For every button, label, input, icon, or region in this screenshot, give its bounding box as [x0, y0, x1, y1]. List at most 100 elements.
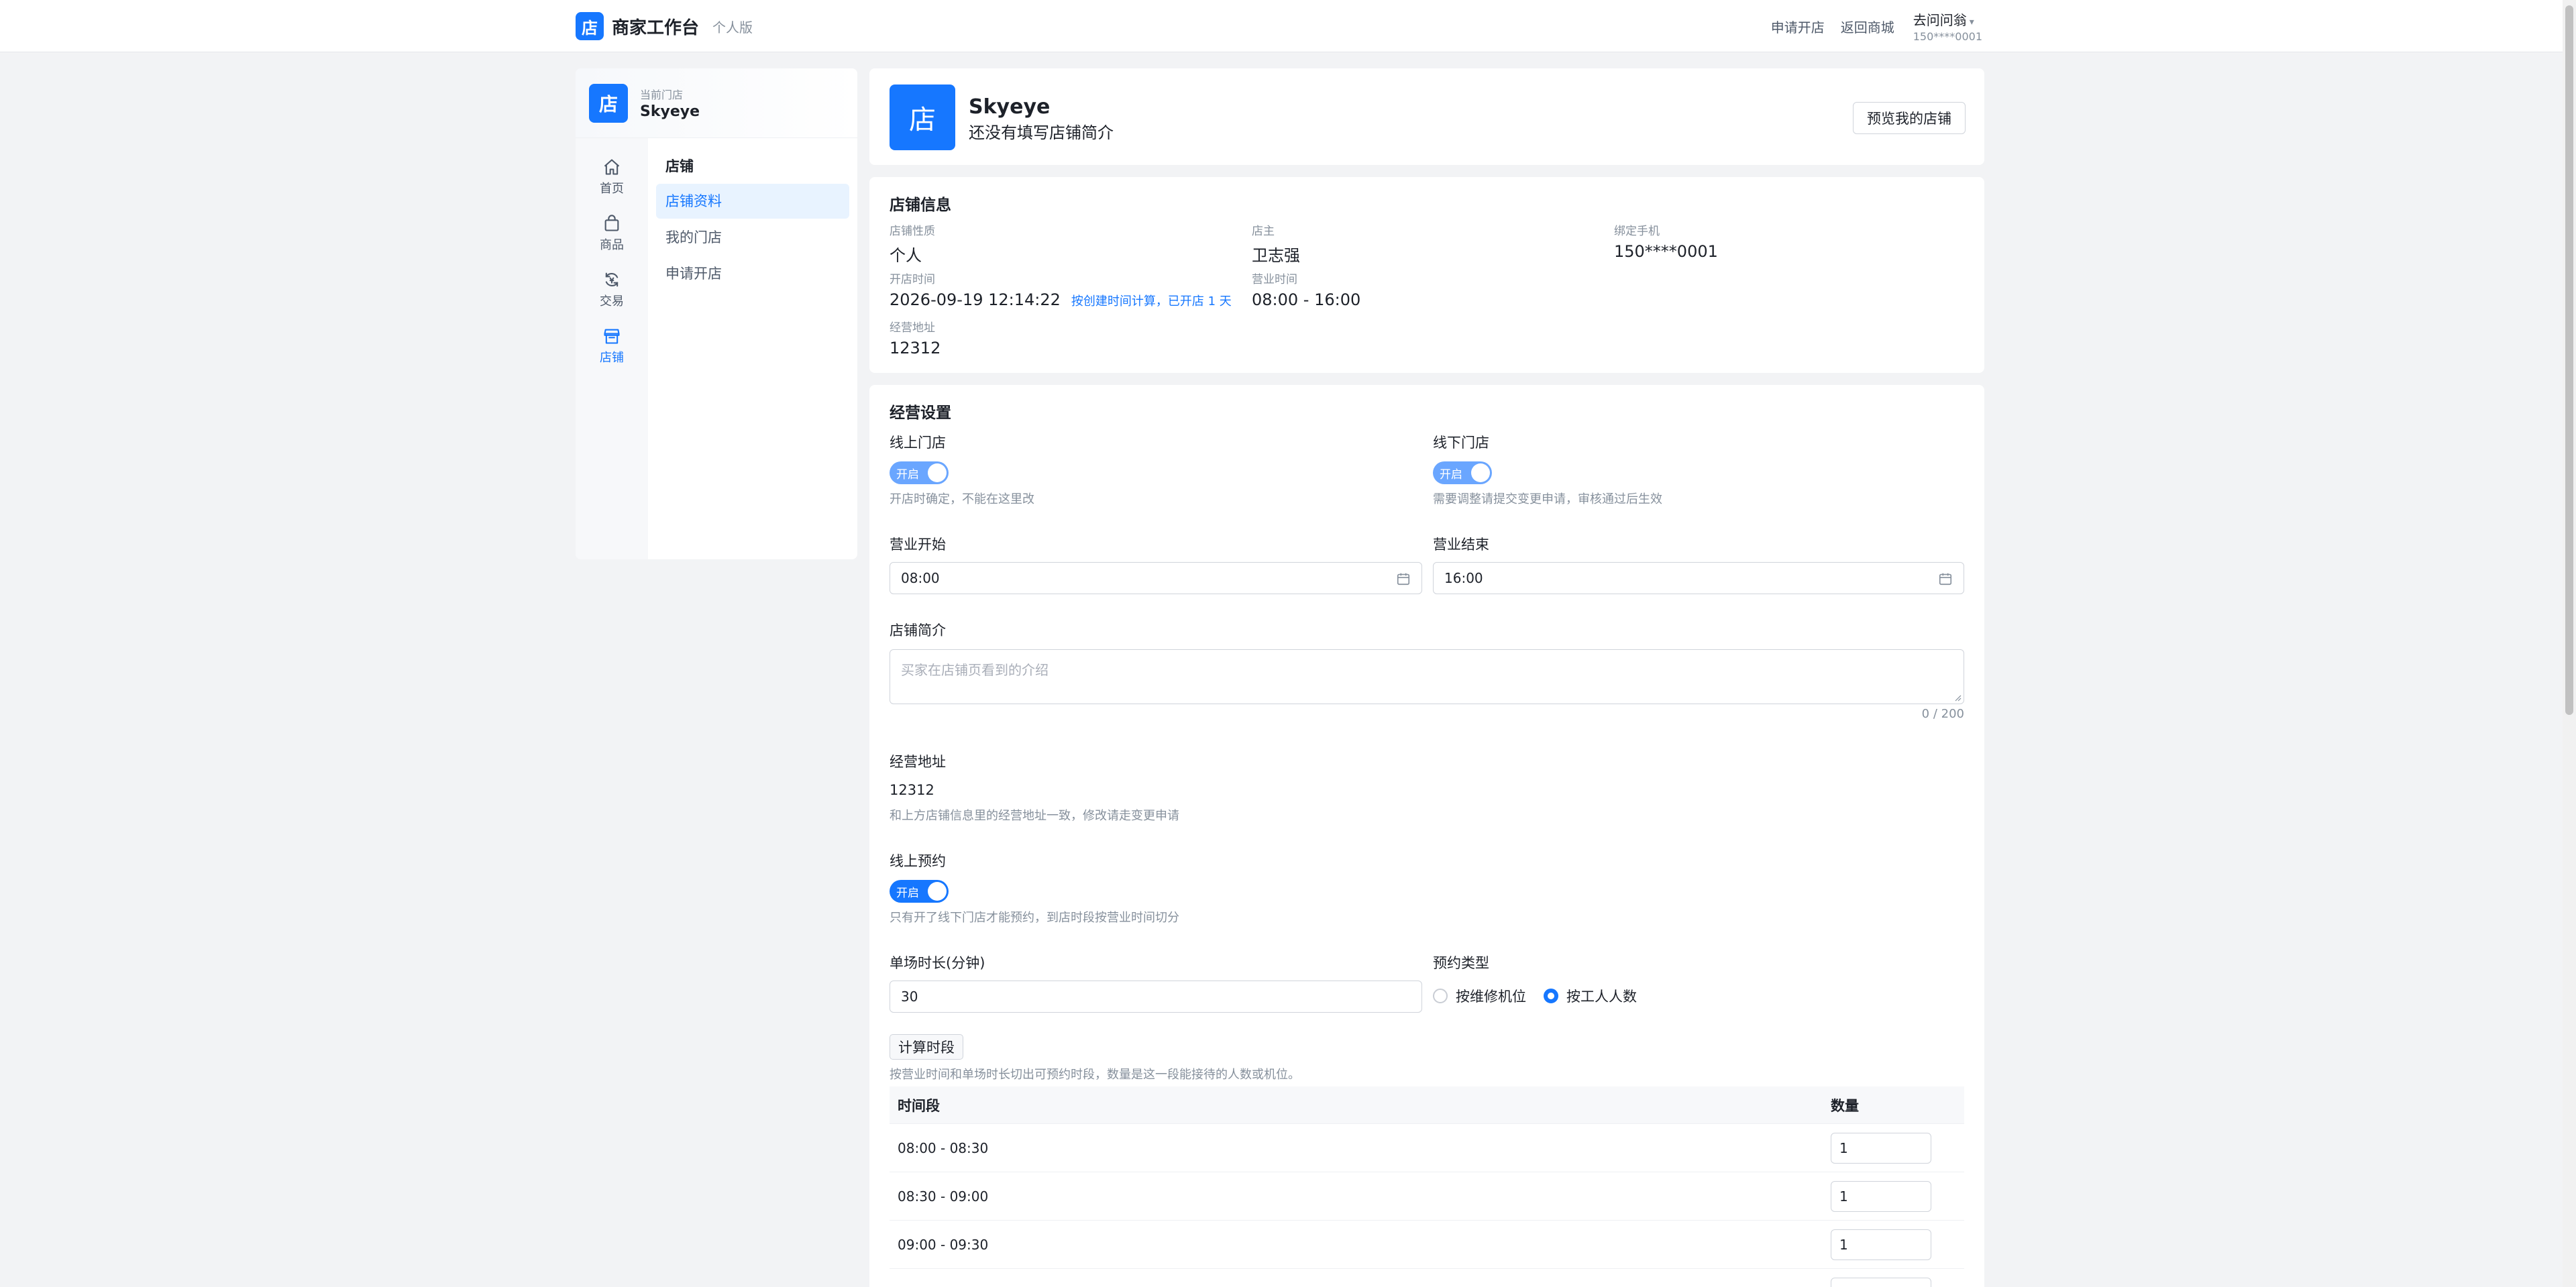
open-days-hint: 按创建时间计算，已开店 1 天: [1071, 294, 1232, 309]
nav-rail: 首页 商品 交易 店铺: [576, 138, 648, 559]
offline-store-label: 线下门店: [1433, 435, 1489, 451]
back-mall-link[interactable]: 返回商城: [1841, 17, 1894, 36]
settings-title: 经营设置: [890, 404, 951, 422]
radio-by-workers[interactable]: 按工人人数: [1544, 986, 1637, 1006]
info-address-label: 经营地址: [890, 321, 935, 335]
info-phone-label: 绑定手机: [1614, 225, 1660, 238]
slot-qty-input[interactable]: 1: [1831, 1132, 1931, 1164]
online-store-switch-text: 开启: [896, 467, 919, 482]
user-menu[interactable]: 去问问翁 ▾ 150****0001: [1913, 9, 1982, 43]
store-info-title: 店铺信息: [890, 197, 951, 214]
slot-qty-cell: [1831, 1277, 1964, 1287]
close-time-label: 营业结束: [1433, 537, 1489, 553]
submenu: 店铺 店铺资料 我的门店 申请开店: [648, 138, 857, 559]
top-bar: 店 商家工作台 个人版 申请开店 返回商城 去问问翁 ▾ 150****0001: [0, 0, 2563, 52]
edition-tag: 个人版: [712, 19, 753, 36]
info-business-hours-label: 营业时间: [1252, 273, 1297, 286]
sidebar: 店 当前门店 Skyeye 首页 商品 交易 店铺 店铺 店铺资料 我的门店 申…: [576, 68, 857, 559]
top-actions: 申请开店 返回商城 去问问翁 ▾ 150****0001: [1755, 0, 1982, 52]
radio-by-workers-label: 按工人人数: [1566, 989, 1637, 1005]
calc-help: 按营业时间和单场时长切出可预约时段，数量是这一段能接待的人数或机位。: [890, 1068, 1300, 1082]
booking-label: 线上预约: [890, 853, 946, 869]
intro-textarea[interactable]: 买家在店铺页看到的介绍: [890, 649, 1964, 704]
info-address-value: 12312: [890, 339, 941, 357]
store-icon: [604, 329, 620, 344]
scrollbar-thumb[interactable]: [2565, 5, 2573, 715]
rail-label-home: 首页: [600, 182, 624, 196]
user-phone: 150****0001: [1913, 30, 1982, 43]
info-nature-value: 个人: [890, 246, 922, 265]
address-value: 12312: [890, 782, 934, 798]
current-store[interactable]: 店 当前门店 Skyeye: [576, 68, 857, 138]
slot-qty-input[interactable]: 1: [1831, 1180, 1931, 1212]
slot-qty-cell: 1: [1831, 1229, 1964, 1260]
slot-qty-cell: 1: [1831, 1180, 1964, 1212]
rail-label-goods: 商品: [600, 238, 624, 252]
slot-qty-cell: 1: [1831, 1132, 1964, 1164]
bag-icon: [604, 215, 619, 231]
slot-qty-input[interactable]: 1: [1831, 1229, 1931, 1260]
slot-qty-input[interactable]: [1831, 1277, 1931, 1287]
online-store-label: 线上门店: [890, 435, 946, 451]
preview-store-button[interactable]: 预览我的店铺: [1853, 102, 1966, 134]
duration-label: 单场时长(分钟): [890, 955, 985, 971]
offline-store-switch[interactable]: 开启: [1433, 461, 1492, 484]
brand-logo: 店: [576, 12, 604, 40]
open-time-picker[interactable]: 08:00: [890, 562, 1422, 594]
rail-item-goods[interactable]: 商品: [576, 205, 648, 262]
switch-knob: [1471, 463, 1490, 482]
close-time-picker[interactable]: 16:00: [1433, 562, 1964, 594]
booking-type-label: 预约类型: [1433, 955, 1489, 971]
sidebar-body: 首页 商品 交易 店铺 店铺 店铺资料 我的门店 申请开店: [576, 138, 857, 559]
col-time-header: 时间段: [898, 1097, 940, 1114]
rail-item-trade[interactable]: 交易: [576, 262, 648, 318]
submenu-item-store-profile[interactable]: 店铺资料: [656, 184, 849, 219]
rail-item-home[interactable]: 首页: [576, 149, 648, 205]
app-title: 商家工作台: [612, 17, 700, 38]
radio-by-station[interactable]: 按维修机位: [1433, 986, 1526, 1006]
address-help: 和上方店铺信息里的经营地址一致，修改请走变更申请: [890, 809, 1179, 823]
store-name: Skyeye: [640, 103, 700, 120]
user-name[interactable]: 去问问翁 ▾: [1913, 9, 1974, 29]
info-phone: 绑定手机 150****0001: [1614, 221, 1718, 261]
switch-knob: [928, 463, 947, 482]
profile-card: 店 Skyeye 还没有填写店铺简介 预览我的店铺: [869, 68, 1984, 165]
apply-store-link[interactable]: 申请开店: [1771, 17, 1825, 36]
online-store-switch[interactable]: 开启: [890, 461, 949, 484]
booking-switch-text: 开启: [896, 886, 919, 900]
page-scrollbar[interactable]: [2563, 0, 2576, 1287]
table-row: 09:00 - 09:30 1: [890, 1221, 1964, 1269]
slot-table-header: 时间段 数量: [890, 1086, 1964, 1124]
submenu-item-my-stores[interactable]: 我的门店: [656, 220, 849, 255]
radio-by-station-label: 按维修机位: [1456, 989, 1526, 1005]
slot-time: 08:30 - 09:00: [898, 1188, 989, 1205]
close-time-value: 16:00: [1444, 570, 1483, 586]
col-qty-header: 数量: [1831, 1097, 1859, 1114]
table-row: [890, 1269, 1964, 1287]
submenu-item-apply-store[interactable]: 申请开店: [656, 256, 849, 291]
open-time-value: 08:00: [901, 570, 940, 586]
info-owner-label: 店主: [1252, 225, 1275, 238]
intro-placeholder: 买家在店铺页看到的介绍: [901, 662, 1049, 678]
store-avatar: 店: [589, 83, 628, 123]
brand[interactable]: 店 商家工作台 个人版: [576, 12, 753, 40]
calc-slots-button[interactable]: 计算时段: [890, 1034, 963, 1060]
booking-switch[interactable]: 开启: [890, 880, 949, 903]
profile-avatar: 店: [890, 85, 955, 150]
chevron-down-icon: ▾: [1969, 17, 1974, 27]
exchange-icon: [605, 272, 619, 287]
table-row: 08:30 - 09:00 1: [890, 1172, 1964, 1221]
booking-help: 只有开了线下门店才能预约，到店时段按营业时间切分: [890, 911, 1179, 925]
intro-counter: 0 / 200: [1921, 707, 1964, 721]
info-open-time: 开店时间 2026-09-19 12:14:22 按创建时间计算，已开店 1 天: [890, 270, 1232, 309]
resize-grip-icon[interactable]: [1953, 693, 1962, 702]
radio-dot: [1544, 989, 1558, 1003]
radio-dot: [1433, 989, 1448, 1003]
rail-label-trade: 交易: [600, 294, 624, 309]
rail-item-store[interactable]: 店铺: [576, 318, 648, 374]
info-owner: 店主 卫志强: [1252, 221, 1300, 266]
submenu-title: 店铺: [665, 158, 694, 174]
profile-name: Skyeye: [969, 95, 1051, 119]
store-meta: 当前门店 Skyeye: [640, 86, 700, 120]
duration-input[interactable]: 30: [890, 981, 1422, 1013]
